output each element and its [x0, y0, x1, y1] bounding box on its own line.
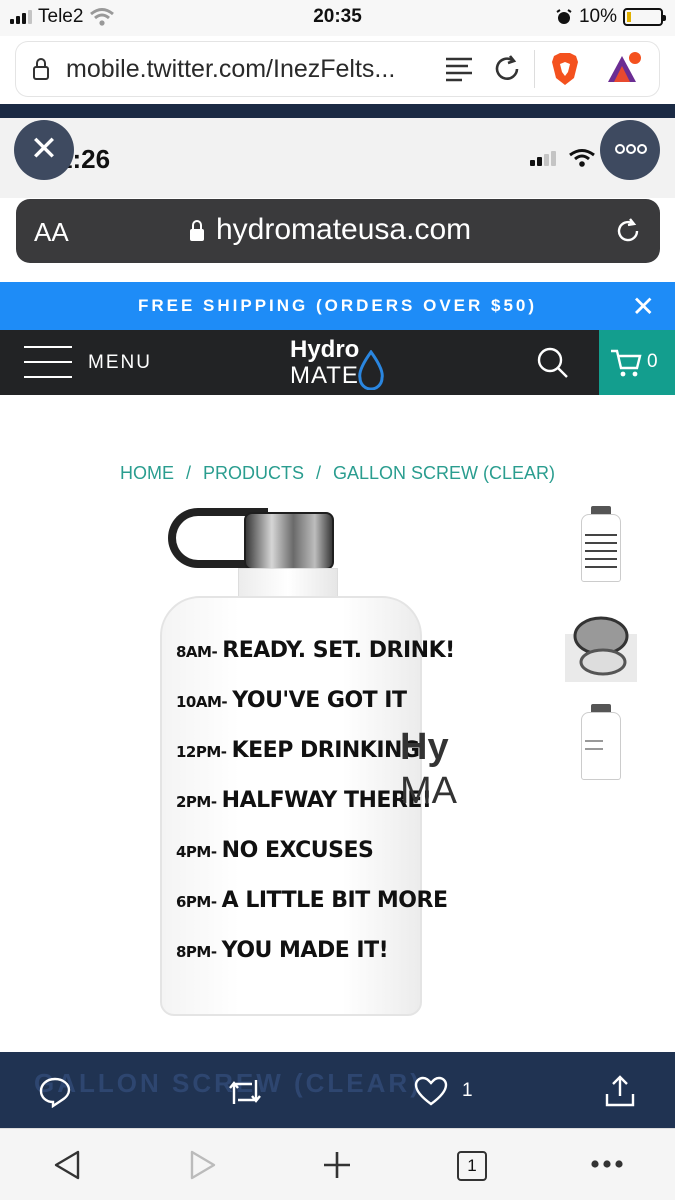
bottle-cap: [244, 512, 334, 570]
schedule-line: 10AM- YOU'VE GOT IT: [176, 688, 407, 713]
cart-icon: [611, 349, 642, 377]
schedule-line: 12PM- KEEP DRINKING: [176, 738, 420, 763]
new-tab-icon[interactable]: [322, 1150, 352, 1180]
product-thumbnail: [565, 704, 635, 784]
promo-banner: FREE SHIPPING (ORDERS OVER $50) ✕: [0, 282, 675, 330]
url-text: mobile.twitter.com/InezFelts...: [66, 55, 396, 83]
reply-icon[interactable]: [38, 1076, 72, 1108]
breadcrumb-current: GALLON SCREW (CLEAR): [333, 463, 556, 483]
text-size-button: AA: [34, 217, 69, 247]
schedule-line: 6PM- A LITTLE BIT MORE: [176, 888, 448, 913]
address-bar[interactable]: mobile.twitter.com/InezFelts...: [16, 42, 659, 96]
inner-lock-icon: [190, 220, 204, 241]
bottle-brand-bottom: MA: [400, 770, 457, 812]
brave-shields-icon[interactable]: [550, 52, 580, 86]
more-icon: [615, 144, 647, 154]
status-bar: Tele2 20:35 10%: [0, 0, 675, 36]
reload-icon[interactable]: [492, 54, 522, 84]
more-options-button[interactable]: [600, 120, 660, 180]
search-icon: [537, 347, 568, 378]
inner-address-bar: AA hydromateusa.com: [16, 199, 660, 263]
tweet-image[interactable]: 1:26 AA hydromateusa.com FREE SHIPPING (…: [0, 118, 675, 1128]
hydromate-logo: Hydro MATE: [290, 336, 390, 390]
cap-detail-thumbnail: [565, 616, 637, 682]
inner-reload-icon: [617, 218, 639, 242]
like-icon[interactable]: [414, 1076, 448, 1106]
bottle-brand-top: Hy: [400, 726, 449, 768]
tabs-button[interactable]: 1: [457, 1151, 487, 1181]
like-count: 1: [462, 1080, 473, 1101]
schedule-line: 8PM- YOU MADE IT!: [176, 938, 389, 963]
logo-bottom: MATE: [290, 362, 359, 389]
status-right: 10%: [555, 6, 666, 28]
schedule-line: 4PM- NO EXCUSES: [176, 838, 374, 863]
lock-icon: [33, 58, 49, 80]
cart-button: 0: [599, 330, 675, 395]
breadcrumb-home: HOME: [119, 463, 174, 483]
forward-icon[interactable]: [188, 1149, 218, 1181]
battery-percent: 10%: [578, 6, 617, 27]
back-icon[interactable]: [52, 1149, 82, 1181]
breadcrumb: HOME / PRODUCTS / GALLON SCREW (CLEAR): [0, 463, 675, 484]
hamburger-icon: [24, 346, 72, 380]
menu-label: MENU: [88, 352, 152, 373]
breadcrumb-products: PRODUCTS: [202, 463, 304, 483]
promo-close-icon: ✕: [631, 291, 655, 322]
product-thumbnail: [565, 606, 637, 686]
tweet-actions: 1: [0, 1060, 675, 1120]
product-thumbnail: [565, 506, 635, 586]
inner-wifi-icon: [569, 149, 595, 167]
share-icon[interactable]: [604, 1074, 636, 1108]
schedule-line: 2PM- HALFWAY THERE!: [176, 788, 432, 813]
retweet-icon[interactable]: [226, 1076, 264, 1108]
inner-status-bar: 1:26: [0, 118, 675, 198]
inner-signal-icon: [530, 151, 556, 166]
browser-toolbar: 1: [0, 1128, 675, 1200]
water-drop-icon: [358, 350, 384, 390]
product-image: 8AM- READY. SET. DRINK! 10AM- YOU'VE GOT…: [150, 508, 457, 1018]
inner-domain: hydromateusa.com: [216, 213, 472, 246]
battery-icon: [623, 8, 666, 26]
brave-rewards-icon[interactable]: [604, 52, 644, 86]
close-button[interactable]: ✕: [14, 120, 74, 180]
logo-top: Hydro: [290, 336, 360, 363]
promo-text: FREE SHIPPING (ORDERS OVER $50): [137, 296, 538, 315]
breadcrumb-separator: /: [185, 463, 191, 483]
schedule-line: 8AM- READY. SET. DRINK!: [176, 638, 455, 663]
cart-count: 0: [647, 351, 658, 372]
site-header: MENU Hydro MATE 0: [0, 330, 675, 395]
reader-mode-icon[interactable]: [444, 56, 474, 82]
alarm-icon: [556, 9, 572, 24]
divider: [0, 104, 675, 118]
breadcrumb-separator: /: [315, 463, 321, 483]
more-menu-icon[interactable]: [590, 1159, 624, 1169]
